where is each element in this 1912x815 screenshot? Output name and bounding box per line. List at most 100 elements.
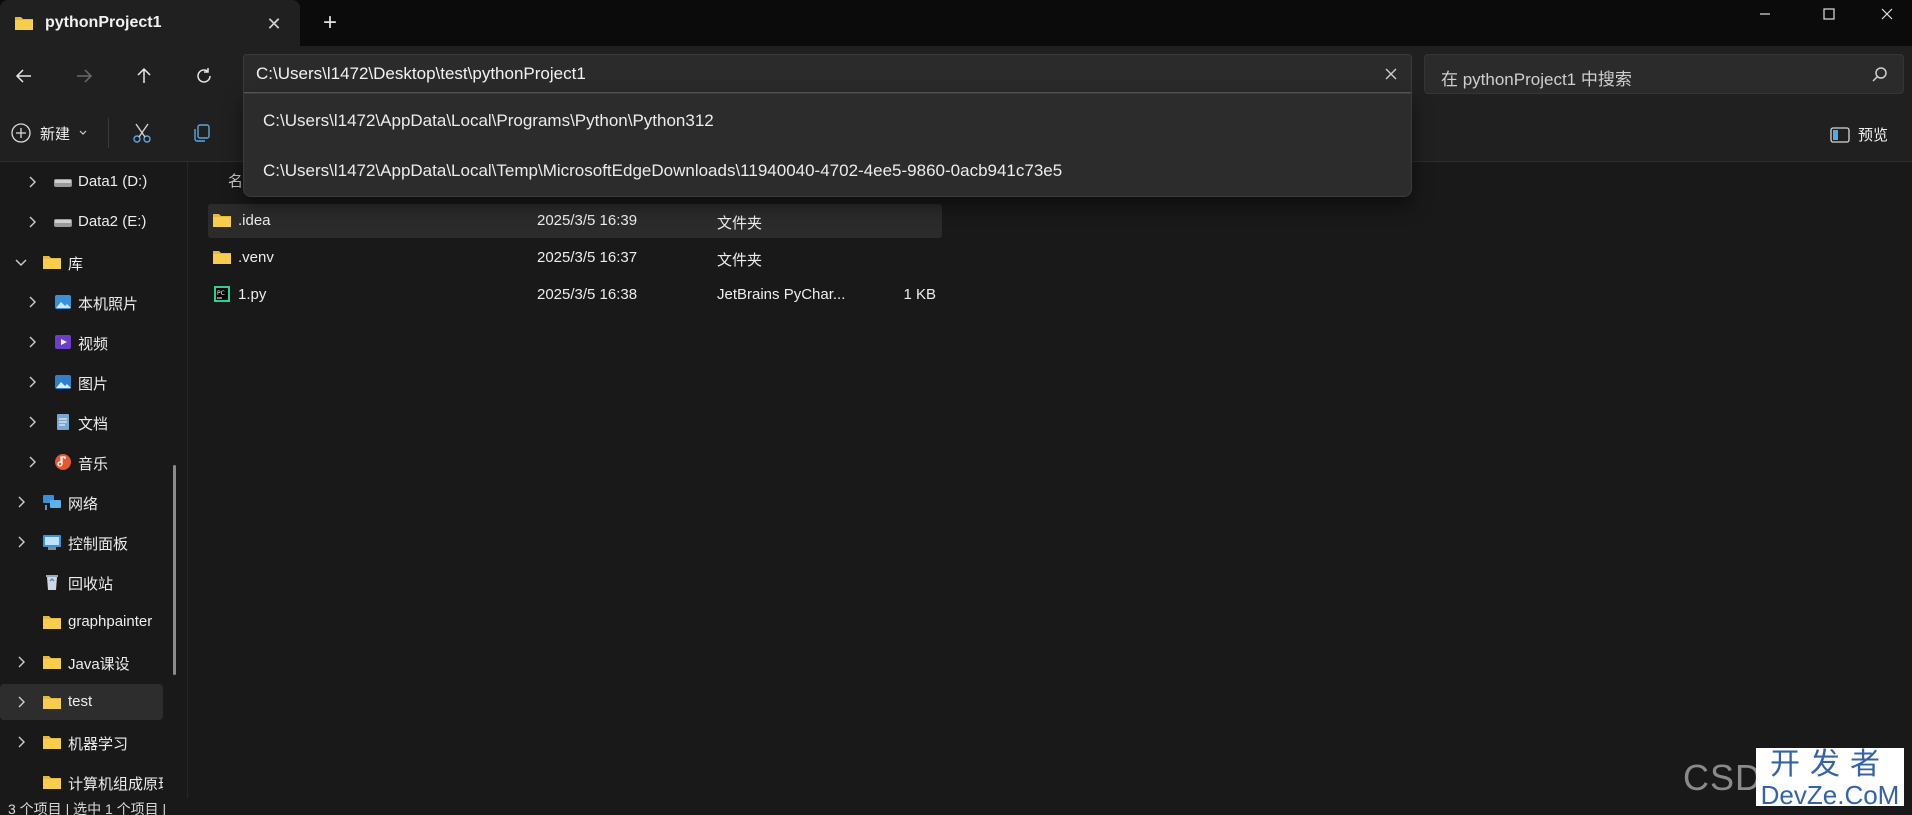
file-name: .idea <box>238 212 271 229</box>
address-bar[interactable] <box>243 54 1412 94</box>
back-button[interactable] <box>6 58 42 94</box>
close-window-button[interactable] <box>1864 0 1910 28</box>
tab-pythonproject1[interactable]: pythonProject1 ✕ <box>0 0 300 46</box>
preview-button[interactable]: 预览 <box>1830 124 1888 145</box>
forward-button[interactable] <box>66 58 102 94</box>
sidebar-item-label: 计算机组成原理 <box>68 776 163 793</box>
sidebar-item-music[interactable]: 音乐 <box>0 444 163 480</box>
sidebar-item-network[interactable]: 网络 <box>0 484 163 520</box>
sidebar-scrollbar[interactable] <box>173 465 176 675</box>
sidebar-item-label: 控制面板 <box>68 536 129 553</box>
chevron-right-icon[interactable] <box>24 414 40 430</box>
drive-icon <box>54 179 72 187</box>
refresh-icon <box>197 68 211 83</box>
chevron-right-icon[interactable] <box>24 454 40 470</box>
tab-close-button[interactable]: ✕ <box>262 12 286 36</box>
file-date: 2025/3/5 16:38 <box>537 286 638 303</box>
file-date: 2025/3/5 16:37 <box>537 249 638 266</box>
arrow-up-icon <box>137 67 151 83</box>
sidebar-item-data2[interactable]: Data2 (E:) <box>0 204 163 240</box>
sidebar-item-label: 库 <box>68 256 84 273</box>
chevron-right-icon[interactable] <box>13 694 29 710</box>
file-size: 1 KB <box>903 286 936 303</box>
sidebar-item-label: 文档 <box>78 416 109 433</box>
folder-icon <box>43 696 61 709</box>
new-button[interactable]: 新建 <box>10 119 88 147</box>
sidebar-item-graphpainter[interactable]: graphpainter <box>0 604 163 640</box>
cut-icon[interactable] <box>130 121 154 145</box>
sidebar-item-documents[interactable]: 文档 <box>0 404 163 440</box>
status-bar: 3 个项目 | 选中 1 个项目 | <box>0 798 1912 815</box>
recycle-bin-icon <box>46 575 58 590</box>
folder-icon <box>213 251 231 264</box>
new-tab-button[interactable]: + <box>318 9 342 36</box>
sidebar-item-computer-organization[interactable]: 计算机组成原理 <box>0 764 163 798</box>
chevron-right-icon[interactable] <box>24 214 40 230</box>
chevron-right-icon[interactable] <box>24 334 40 350</box>
up-button[interactable] <box>126 58 162 94</box>
chevron-down-icon <box>79 130 87 135</box>
folder-icon <box>43 256 61 269</box>
sidebar-item-label: 视频 <box>78 336 109 353</box>
address-input[interactable] <box>256 55 1356 93</box>
copy-icon[interactable] <box>190 121 214 145</box>
sidebar-item-control-panel[interactable]: 控制面板 <box>0 524 163 560</box>
file-row-1py[interactable]: PC 1.py 2025/3/5 16:38 JetBrains PyChar.… <box>208 278 942 312</box>
drive-icon <box>54 219 72 227</box>
clear-address-button[interactable] <box>1381 64 1401 84</box>
navigation-pane: Data1 (D:) Data2 (E:) 库 本机照片 视频 图片 文档 音乐… <box>0 162 188 798</box>
sidebar-item-label: test <box>68 693 93 710</box>
chevron-down-icon[interactable] <box>13 254 29 270</box>
minimize-icon <box>1760 13 1770 15</box>
svg-text:PC: PC <box>217 290 225 297</box>
close-icon <box>1881 8 1893 20</box>
refresh-button[interactable] <box>186 58 222 94</box>
documents-icon <box>57 414 69 430</box>
file-row-venv[interactable]: .venv 2025/3/5 16:37 文件夹 <box>208 241 942 275</box>
file-row-idea[interactable]: .idea 2025/3/5 16:39 文件夹 <box>208 204 942 238</box>
sidebar-item-data1[interactable]: Data1 (D:) <box>0 164 163 200</box>
sidebar-item-test[interactable]: test <box>0 684 163 720</box>
control-panel-icon <box>43 535 61 550</box>
folder-icon <box>15 17 33 30</box>
chevron-right-icon[interactable] <box>24 374 40 390</box>
suggestion-item[interactable]: C:\Users\l1472\AppData\Local\Programs\Py… <box>244 96 1411 146</box>
column-header-name[interactable]: 名 <box>228 170 243 191</box>
chevron-right-icon[interactable] <box>13 534 29 550</box>
suggestion-item[interactable]: C:\Users\l1472\AppData\Local\Temp\Micros… <box>244 146 1411 196</box>
video-icon <box>55 335 71 349</box>
sidebar-item-machine-learning[interactable]: 机器学习 <box>0 724 163 760</box>
pycharm-file-icon: PC <box>214 286 230 302</box>
sidebar-item-label: Data1 (D:) <box>78 173 148 190</box>
maximize-button[interactable] <box>1806 0 1852 28</box>
address-suggestions: C:\Users\l1472\AppData\Local\Programs\Py… <box>243 93 1412 197</box>
sidebar-item-libraries[interactable]: 库 <box>0 244 163 280</box>
sidebar-item-videos[interactable]: 视频 <box>0 324 163 360</box>
photos-icon <box>55 295 71 309</box>
minimize-button[interactable] <box>1742 0 1788 28</box>
folder-icon <box>213 214 231 227</box>
file-name: .venv <box>238 249 274 266</box>
title-bar: pythonProject1 ✕ + <box>0 0 1912 46</box>
sidebar-item-pictures[interactable]: 图片 <box>0 364 163 400</box>
close-icon <box>1385 68 1397 80</box>
watermark-csd: CSD <box>1683 757 1763 798</box>
chevron-right-icon[interactable] <box>24 294 40 310</box>
sidebar-item-label: 本机照片 <box>78 296 139 313</box>
maximize-icon <box>1823 8 1835 20</box>
chevron-right-icon[interactable] <box>13 654 29 670</box>
folder-icon <box>43 776 61 789</box>
sidebar-item-label: 机器学习 <box>68 736 129 753</box>
arrow-right-icon <box>77 69 93 83</box>
pictures-icon <box>55 375 71 389</box>
sidebar-item-recycle-bin[interactable]: 回收站 <box>0 564 163 600</box>
search-icon <box>1872 67 1887 82</box>
preview-label: 预览 <box>1858 127 1889 144</box>
chevron-right-icon[interactable] <box>24 174 40 190</box>
sidebar-item-java-course[interactable]: Java课设 <box>0 644 163 680</box>
chevron-right-icon[interactable] <box>13 494 29 510</box>
search-placeholder: 在 pythonProject1 中搜索 <box>1441 70 1632 89</box>
search-box[interactable]: 在 pythonProject1 中搜索 <box>1424 54 1904 94</box>
sidebar-item-photos[interactable]: 本机照片 <box>0 284 163 320</box>
chevron-right-icon[interactable] <box>13 734 29 750</box>
